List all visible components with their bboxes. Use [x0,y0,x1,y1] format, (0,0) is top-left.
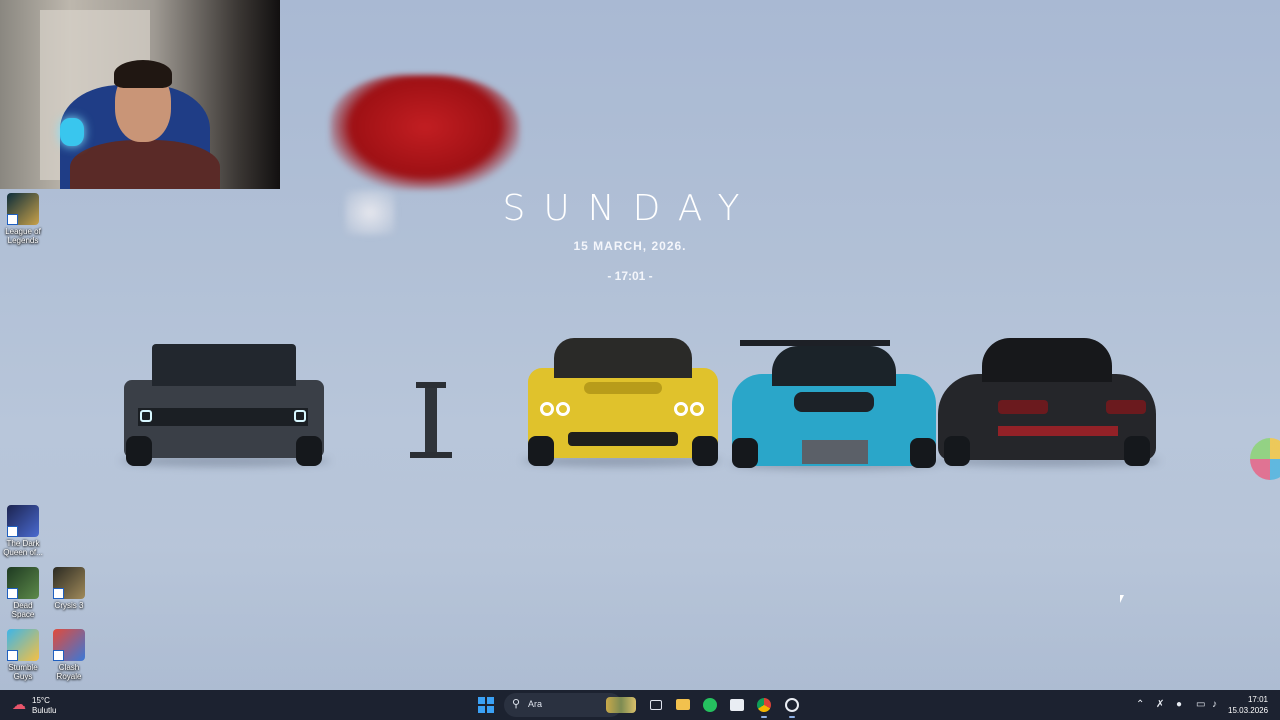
desktop-icon-label: Crysis 3 [54,601,84,610]
wallpaper-floor [0,450,1280,690]
weather-icon: ☁ [12,696,26,712]
display-icon[interactable]: ▭ [1196,699,1205,710]
dark-queen-icon [7,505,39,537]
search-highlight-image [606,697,636,713]
chrome-icon [757,698,771,712]
weather-widget[interactable]: ☁ 15°C Bulutlu [10,693,70,717]
desktop-icon-league-of-legends[interactable]: League of Legends [1,193,45,245]
dead-space-icon [7,567,39,599]
taskbar-clock[interactable]: 17:01 15.03.2026 [1228,694,1268,716]
wallpaper-time: - 17:01 - [607,269,653,283]
store-button[interactable] [727,695,747,715]
wallpaper-date: 15 MARCH, 2026. [573,239,687,253]
whatsapp-icon [703,698,717,712]
weather-temp: 15°C [32,696,50,705]
microphone-icon[interactable]: ● [1176,699,1182,710]
weather-condition: Bulutlu [32,706,57,715]
clock-time: 17:01 [1247,695,1268,704]
desktop-icon-label: The Dark Queen of... [3,539,43,557]
clock-date: 15.03.2026 [1228,706,1269,715]
mouse-cursor [1120,595,1124,603]
webcam-overlay [0,0,280,189]
app-icon [785,698,799,712]
clash-royale-icon [53,629,85,661]
system-tray: ⌃ ✗ ● ▭ ♪ 17:01 15.03.2026 [1130,690,1280,720]
pedestal-post [410,382,452,458]
active-indicator [761,716,767,718]
desktop-icon-dark-queen[interactable]: The Dark Queen of... [1,505,45,557]
chevron-up-icon[interactable]: ⌃ [1136,699,1144,710]
start-icon [478,697,485,704]
taskbar: ☁ 15°C Bulutlu ⚲ Ara ⌃ ✗ ● ▭ ♪ 17:01 15.… [0,690,1280,720]
app-button[interactable] [782,695,802,718]
desktop-icon-label: Clash Royale [56,663,82,681]
task-view-button[interactable] [646,695,666,715]
desktop-icon-stumble-guys[interactable]: Stumble Guys [1,629,45,681]
crysis-3-icon [53,567,85,599]
active-indicator [789,716,795,718]
black-supra-car [938,334,1156,466]
store-icon [730,699,744,711]
taskbar-search[interactable]: ⚲ Ara [504,693,636,717]
start-button[interactable] [478,697,494,713]
league-of-legends-icon [7,193,39,225]
desktop-icon-dead-space[interactable]: Dead Space [1,567,45,619]
desktop-icon-label: Dead Space [11,601,35,619]
desktop-icon-clash-royale[interactable]: Clash Royale [47,629,91,681]
chrome-button[interactable] [754,695,774,718]
wallpaper-day: SUNDAY [502,188,758,229]
search-icon: ⚲ [512,698,521,710]
desktop-icon-label: Stumble Guys [8,663,38,681]
desktop-icon-crysis-3[interactable]: Crysis 3 [47,567,91,610]
black-sedan-car [124,340,324,466]
stumble-guys-icon [7,629,39,661]
search-placeholder: Ara [528,699,543,709]
desktop-icon-label: League of Legends [5,227,41,245]
volume-icon[interactable]: ♪ [1212,699,1217,710]
task-view-icon [650,700,662,710]
blurred-red-object [330,75,520,190]
blue-sports-car [732,340,936,468]
file-explorer-button[interactable] [673,695,693,715]
file-explorer-icon [676,699,690,710]
network-off-icon[interactable]: ✗ [1156,699,1164,710]
whatsapp-button[interactable] [700,695,720,715]
yellow-muscle-car [528,332,718,466]
blurred-white-object [345,190,395,235]
